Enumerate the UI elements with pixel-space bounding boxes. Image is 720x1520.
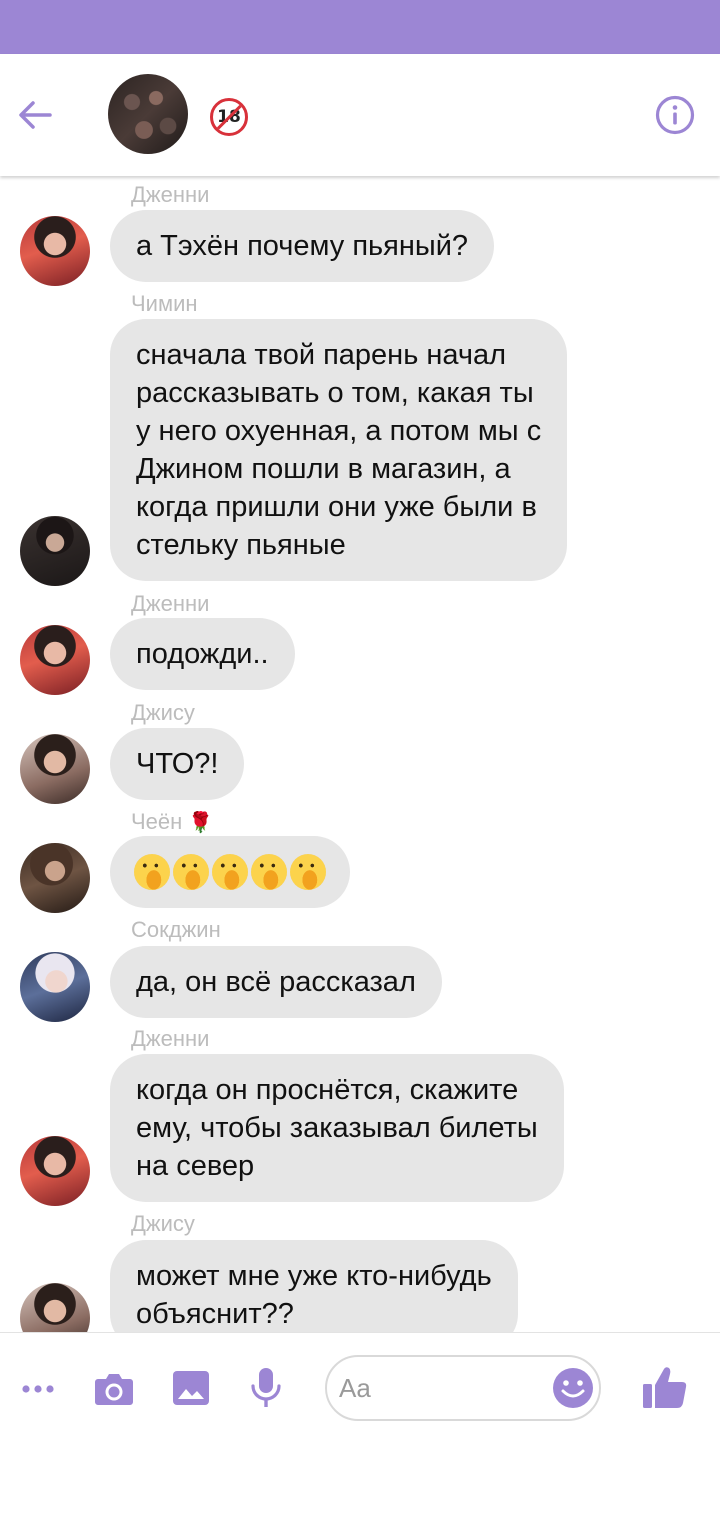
message-line: ему, чтобы заказывал билеты xyxy=(136,1112,538,1144)
message-line: стельку пьяные xyxy=(136,529,346,561)
hand-over-mouth-emoji xyxy=(290,854,326,891)
microphone-icon xyxy=(251,1368,281,1407)
avatar[interactable] xyxy=(20,734,90,804)
back-button[interactable] xyxy=(14,94,56,136)
composer-bar xyxy=(0,1332,720,1520)
arrow-left-icon xyxy=(19,101,52,129)
sender-name: Сокджин xyxy=(131,917,221,942)
gallery-button[interactable] xyxy=(170,1367,212,1414)
hand-over-mouth-emoji xyxy=(173,854,209,891)
microphone-button[interactable] xyxy=(246,1365,286,1416)
hand-over-mouth-emoji xyxy=(251,854,287,891)
message-text: а Тэхён почему пьяный? xyxy=(136,230,469,262)
avatar[interactable] xyxy=(20,216,90,286)
sender-name: Джису xyxy=(131,1211,195,1236)
message-list[interactable]: Дженни а Тэхён почему пьяный? Чимин снач… xyxy=(0,176,720,1332)
message-line: когда он проснётся, скажите xyxy=(136,1074,519,1106)
sender-name: Джису xyxy=(131,700,195,725)
avatar[interactable] xyxy=(20,516,90,586)
message-line: у него охуенная, а потом мы с xyxy=(136,415,542,447)
more-icon xyxy=(22,1385,54,1393)
message-line: сначала твой парень начал xyxy=(136,339,507,371)
thumbs-up-icon xyxy=(643,1367,687,1408)
message-line: на север xyxy=(136,1150,255,1182)
like-button[interactable] xyxy=(640,1363,690,1418)
message-bubble[interactable]: когда он проснётся, скажите ему, чтобы з… xyxy=(110,1054,564,1202)
sender-name-text: Чеён xyxy=(131,809,183,834)
message-line: может мне уже кто-нибудь xyxy=(136,1260,492,1292)
avatar[interactable] xyxy=(20,843,90,913)
hand-over-mouth-emoji xyxy=(134,854,170,891)
sender-name: Чимин xyxy=(131,291,198,316)
avatar[interactable] xyxy=(20,1136,90,1206)
avatar[interactable] xyxy=(20,952,90,1022)
avatar[interactable] xyxy=(20,1283,90,1332)
sender-name: Чеён 🌹 xyxy=(131,809,213,835)
age-restriction-badge: 18 xyxy=(210,98,248,136)
message-input[interactable] xyxy=(339,1365,549,1411)
message-bubble[interactable] xyxy=(110,836,350,909)
age-badge-label: 18 xyxy=(217,107,241,127)
more-button[interactable] xyxy=(18,1369,58,1414)
message-line: объяснит?? xyxy=(136,1298,294,1330)
message-text: ЧТО?! xyxy=(136,748,219,780)
message-line: Джином пошли в магазин, а xyxy=(136,453,511,485)
camera-icon xyxy=(95,1374,133,1405)
hand-over-mouth-emoji xyxy=(212,854,248,891)
rose-emoji: 🌹 xyxy=(188,810,214,834)
message-input-container xyxy=(325,1355,601,1421)
group-avatar[interactable] xyxy=(108,74,188,154)
message-line: когда пришли они уже были в xyxy=(136,491,537,523)
message-bubble[interactable]: может мне уже кто-нибудь объяснит?? xyxy=(110,1240,518,1332)
message-bubble[interactable]: а Тэхён почему пьяный? xyxy=(110,210,495,282)
chat-header: 18 xyxy=(0,54,720,176)
emoji-button[interactable] xyxy=(551,1366,595,1410)
message-bubble[interactable]: ЧТО?! xyxy=(110,728,245,800)
camera-button[interactable] xyxy=(92,1366,136,1415)
emoji-row xyxy=(134,854,326,891)
status-bar xyxy=(0,0,720,54)
avatar[interactable] xyxy=(20,625,90,695)
message-bubble[interactable]: да, он всё рассказал xyxy=(110,946,442,1018)
message-text: да, он всё рассказал xyxy=(136,966,416,998)
info-icon xyxy=(655,95,695,135)
sender-name: Дженни xyxy=(131,182,210,207)
info-button[interactable] xyxy=(654,94,696,136)
message-bubble[interactable]: подожди.. xyxy=(110,618,295,690)
sender-name: Дженни xyxy=(131,1026,210,1051)
message-text: подожди.. xyxy=(136,638,269,670)
message-line: рассказывать о том, какая ты xyxy=(136,377,534,409)
image-icon xyxy=(173,1371,209,1405)
sender-name: Дженни xyxy=(131,591,210,616)
message-bubble[interactable]: сначала твой парень начал рассказывать о… xyxy=(110,319,568,581)
smiley-icon xyxy=(553,1368,593,1408)
